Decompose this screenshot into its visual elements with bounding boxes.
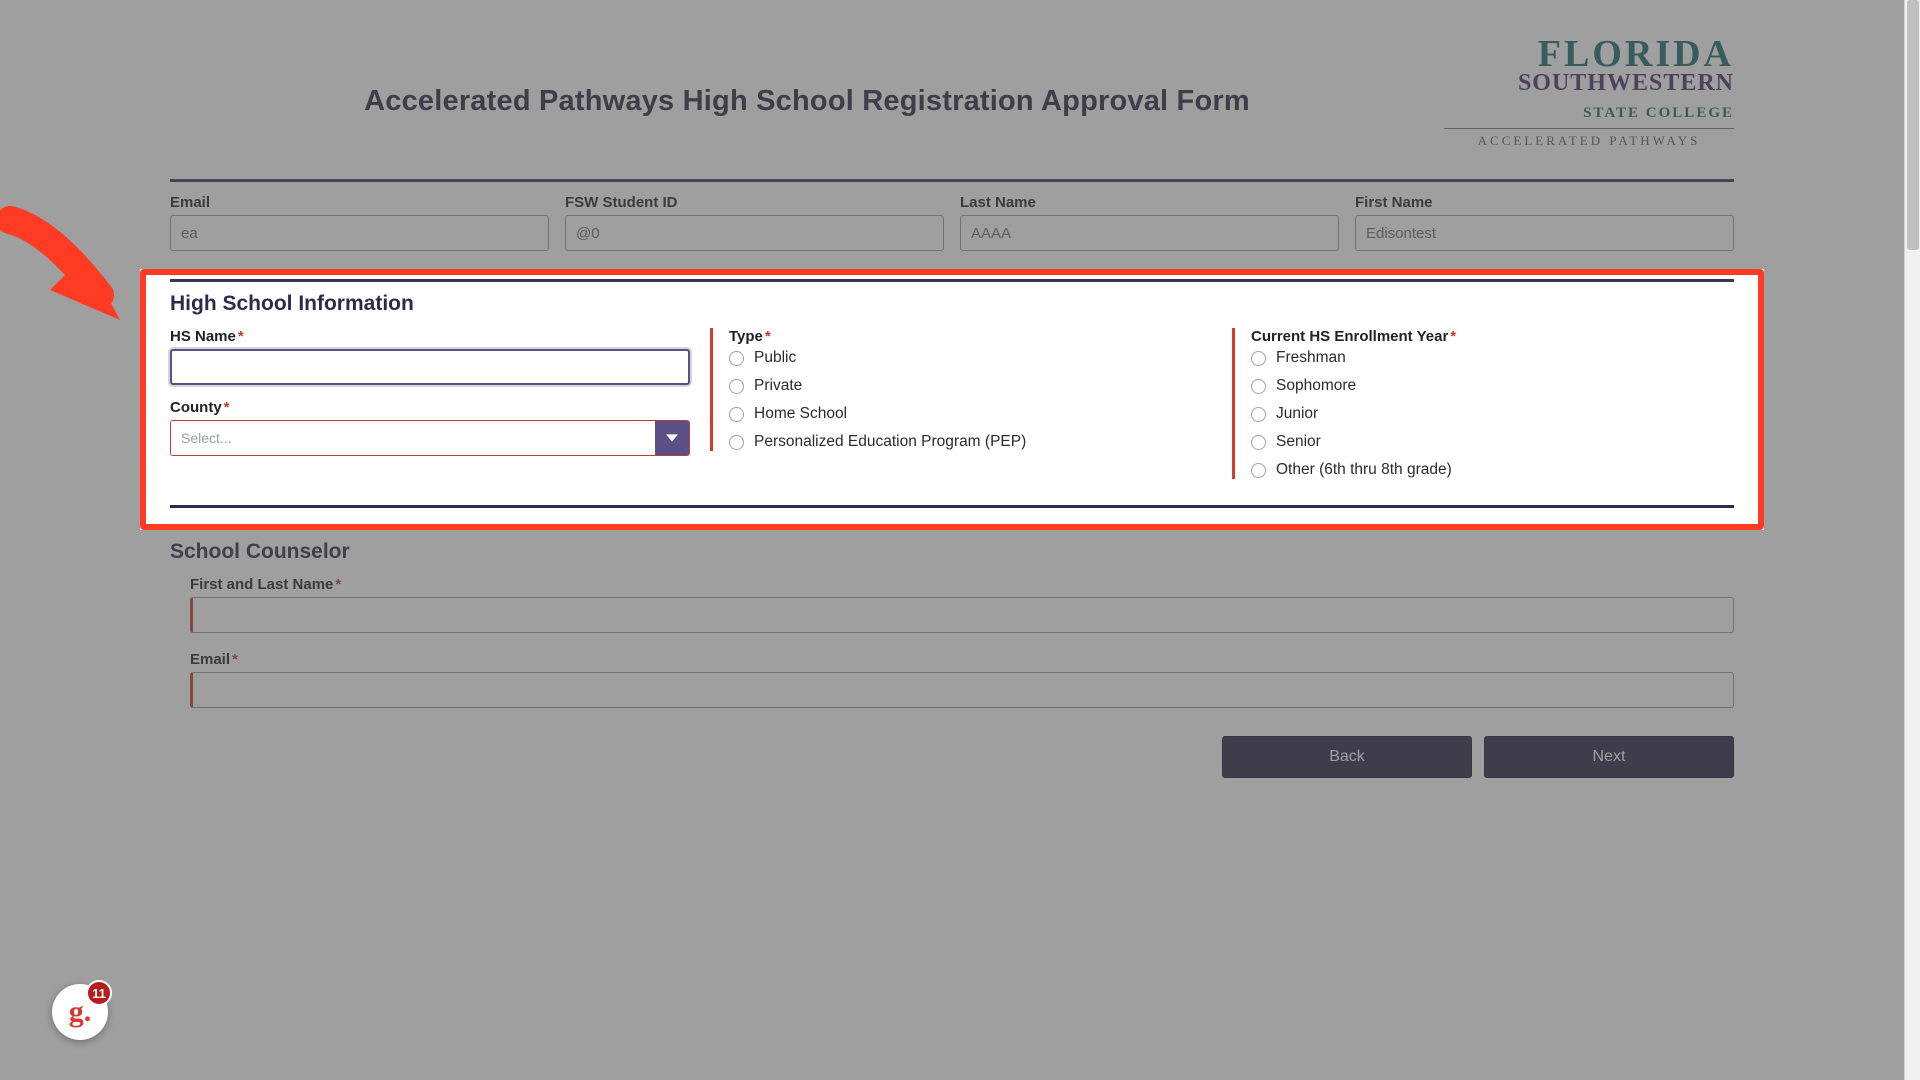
logo-line-3: ACCELERATED PATHWAYS (1444, 128, 1734, 149)
fswid-label: FSW Student ID (565, 194, 944, 211)
personal-info-row: Email FSW Student ID Last Name First Nam… (170, 194, 1734, 251)
lastname-field[interactable] (960, 215, 1339, 251)
counselor-name-field[interactable] (190, 597, 1734, 633)
scrollbar-thumb[interactable] (1907, 0, 1919, 250)
counselor-email-field[interactable] (190, 672, 1734, 708)
type-option-public[interactable]: Public (729, 349, 1212, 367)
email-label: Email (170, 194, 549, 211)
type-option-pep[interactable]: Personalized Education Program (PEP) (729, 433, 1212, 451)
radio-icon (1251, 435, 1266, 450)
type-option-homeschool[interactable]: Home School (729, 405, 1212, 423)
year-option-label: Senior (1276, 433, 1321, 451)
next-button[interactable]: Next (1484, 736, 1734, 778)
counselor-email-label: Email* (190, 651, 1734, 668)
year-label: Current HS Enrollment Year* (1251, 328, 1734, 345)
firstname-field[interactable] (1355, 215, 1734, 251)
year-option-senior[interactable]: Senior (1251, 433, 1734, 451)
grammarly-badge[interactable]: g. 11 (52, 984, 108, 1040)
county-placeholder: Select... (171, 421, 655, 455)
radio-icon (1251, 379, 1266, 394)
radio-icon (1251, 407, 1266, 422)
grammarly-count-badge: 11 (86, 980, 112, 1006)
logo-line-2b: STATE COLLEGE (1583, 105, 1734, 121)
radio-icon (1251, 463, 1266, 478)
firstname-label: First Name (1355, 194, 1734, 211)
type-option-label: Public (754, 349, 796, 367)
logo-line-2: SOUTHWESTERN STATE COLLEGE (1444, 70, 1734, 124)
type-option-private[interactable]: Private (729, 377, 1212, 395)
year-option-other[interactable]: Other (6th thru 8th grade) (1251, 461, 1734, 479)
county-dropdown-button[interactable] (655, 421, 689, 455)
divider-hs-top (170, 279, 1734, 282)
radio-icon (1251, 351, 1266, 366)
year-option-label: Other (6th thru 8th grade) (1276, 461, 1452, 479)
type-option-label: Personalized Education Program (PEP) (754, 433, 1026, 451)
year-radio-group: Freshman Sophomore Junior Senior Other (… (1251, 349, 1734, 479)
year-option-junior[interactable]: Junior (1251, 405, 1734, 423)
back-button[interactable]: Back (1222, 736, 1472, 778)
county-select[interactable]: Select... (170, 420, 690, 456)
year-option-freshman[interactable]: Freshman (1251, 349, 1734, 367)
radio-icon (729, 351, 744, 366)
type-option-label: Home School (754, 405, 847, 423)
type-radio-group: Public Private Home School Personalized … (729, 349, 1212, 451)
lastname-label: Last Name (960, 194, 1339, 211)
vertical-scrollbar[interactable] (1904, 0, 1920, 1080)
type-option-label: Private (754, 377, 802, 395)
divider-top (170, 179, 1734, 182)
year-option-label: Freshman (1276, 349, 1346, 367)
email-field[interactable] (170, 215, 549, 251)
hs-section-heading: High School Information (170, 292, 1734, 316)
divider-hs-bottom (170, 505, 1734, 508)
chevron-down-icon (666, 432, 678, 444)
year-option-label: Sophomore (1276, 377, 1356, 395)
hsname-field[interactable] (170, 349, 690, 385)
radio-icon (729, 407, 744, 422)
radio-icon (729, 379, 744, 394)
page-title: Accelerated Pathways High School Registr… (170, 30, 1444, 118)
counselor-heading: School Counselor (170, 540, 1734, 564)
counselor-name-label: First and Last Name* (190, 576, 1734, 593)
fswid-field[interactable] (565, 215, 944, 251)
fsw-logo: FLORIDA SOUTHWESTERN STATE COLLEGE ACCEL… (1444, 30, 1734, 149)
county-label: County* (170, 399, 690, 416)
radio-icon (729, 435, 744, 450)
type-label: Type* (729, 328, 1212, 345)
logo-line-2a: SOUTHWESTERN (1518, 70, 1734, 96)
year-option-sophomore[interactable]: Sophomore (1251, 377, 1734, 395)
hsname-label: HS Name* (170, 328, 690, 345)
year-option-label: Junior (1276, 405, 1318, 423)
